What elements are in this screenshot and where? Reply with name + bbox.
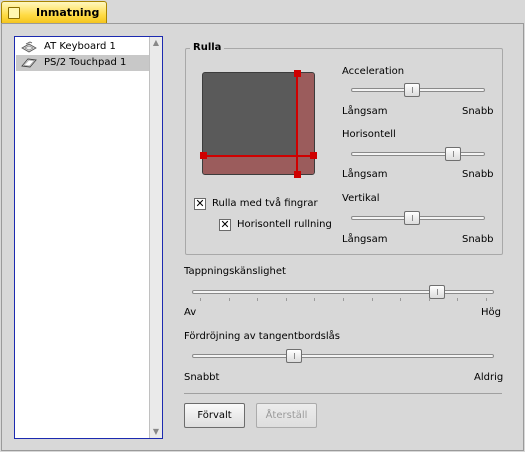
vertical-speed-slider[interactable]: [351, 211, 485, 225]
slider-tick: [457, 298, 458, 301]
horizontal-speed-label: Horisontell: [342, 129, 396, 140]
horizontal-scroll-edge-line: [203, 155, 315, 157]
tab-bar: Inmatning: [0, 0, 525, 24]
default-button[interactable]: Förvalt: [184, 403, 245, 428]
checkbox-box[interactable]: ✕: [194, 198, 206, 210]
horizontal-max-label: Snabb: [462, 169, 494, 180]
input-icon: [8, 7, 20, 19]
slider-tick: [372, 298, 373, 301]
vertical-scroll-edge-line: [296, 73, 298, 175]
scroll-down-icon[interactable]: ▼: [150, 426, 162, 438]
touchpad-icon: [21, 58, 37, 68]
scroll-area-preview[interactable]: [202, 72, 315, 175]
slider-tick: [314, 298, 315, 301]
slider-tick: [400, 298, 401, 301]
vertical-min-label: Långsam: [342, 234, 388, 245]
slider-thumb[interactable]: [429, 285, 445, 299]
separator: [184, 393, 502, 394]
keyboard-delay-label: Fördröjning av tangentbordslås: [184, 331, 341, 342]
vertical-max-label: Snabb: [462, 234, 494, 245]
slider-track: [351, 152, 485, 156]
vertical-speed-label: Vertikal: [342, 193, 380, 204]
tap-sensitivity-slider[interactable]: [192, 285, 494, 301]
slider-thumb[interactable]: [445, 147, 461, 161]
acceleration-max-label: Snabb: [462, 106, 494, 117]
slider-thumb[interactable]: [286, 349, 302, 363]
horizontal-edge-left-handle[interactable]: [200, 152, 207, 159]
tap-sensitivity-min-label: Av: [184, 307, 197, 318]
tap-sensitivity-max-label: Hög: [481, 307, 501, 318]
device-item-keyboard[interactable]: AT Keyboard 1: [16, 39, 150, 55]
slider-tick: [486, 298, 487, 301]
keyboard-delay-slider[interactable]: [192, 349, 494, 363]
horizontal-min-label: Långsam: [342, 169, 388, 180]
device-list-scrollbar[interactable]: ▲ ▼: [149, 37, 162, 438]
acceleration-min-label: Långsam: [342, 106, 388, 117]
tab-label: Inmatning: [36, 6, 100, 19]
scroll-group-title: Rulla: [190, 42, 225, 53]
slider-tick: [286, 298, 287, 301]
device-item-touchpad[interactable]: PS/2 Touchpad 1: [16, 55, 150, 71]
scroll-up-icon[interactable]: ▲: [150, 37, 162, 49]
slider-tick: [200, 298, 201, 301]
horizontal-speed-slider[interactable]: [351, 147, 485, 161]
slider-thumb[interactable]: [404, 83, 420, 97]
slider-tick: [257, 298, 258, 301]
slider-track: [192, 354, 494, 358]
keyboard-delay-min-label: Snabbt: [184, 372, 220, 383]
slider-thumb[interactable]: [404, 211, 420, 225]
acceleration-slider[interactable]: [351, 83, 485, 97]
keyboard-delay-max-label: Aldrig: [474, 372, 504, 383]
slider-tick: [229, 298, 230, 301]
device-label: PS/2 Touchpad 1: [44, 57, 127, 68]
device-list[interactable]: AT Keyboard 1 PS/2 Touchpad 1 ▲ ▼: [14, 36, 163, 439]
checkbox-box[interactable]: ✕: [219, 219, 231, 231]
checkbox-label: Horisontell rullning: [237, 219, 332, 230]
acceleration-label: Acceleration: [342, 66, 405, 77]
device-label: AT Keyboard 1: [44, 41, 116, 52]
slider-tick: [343, 298, 344, 301]
tab-inmatning[interactable]: Inmatning: [1, 1, 107, 24]
tap-sensitivity-label: Tappningskänslighet: [184, 266, 286, 277]
checkbox-label: Rulla med två fingrar: [212, 198, 318, 209]
vertical-edge-top-handle[interactable]: [294, 70, 301, 77]
slider-track: [192, 290, 494, 294]
slider-tick: [429, 298, 430, 301]
vertical-edge-bottom-handle[interactable]: [294, 171, 301, 178]
horizontal-edge-right-handle[interactable]: [310, 152, 317, 159]
reset-button[interactable]: Återställ: [256, 403, 317, 428]
keyboard-icon: [21, 41, 37, 53]
